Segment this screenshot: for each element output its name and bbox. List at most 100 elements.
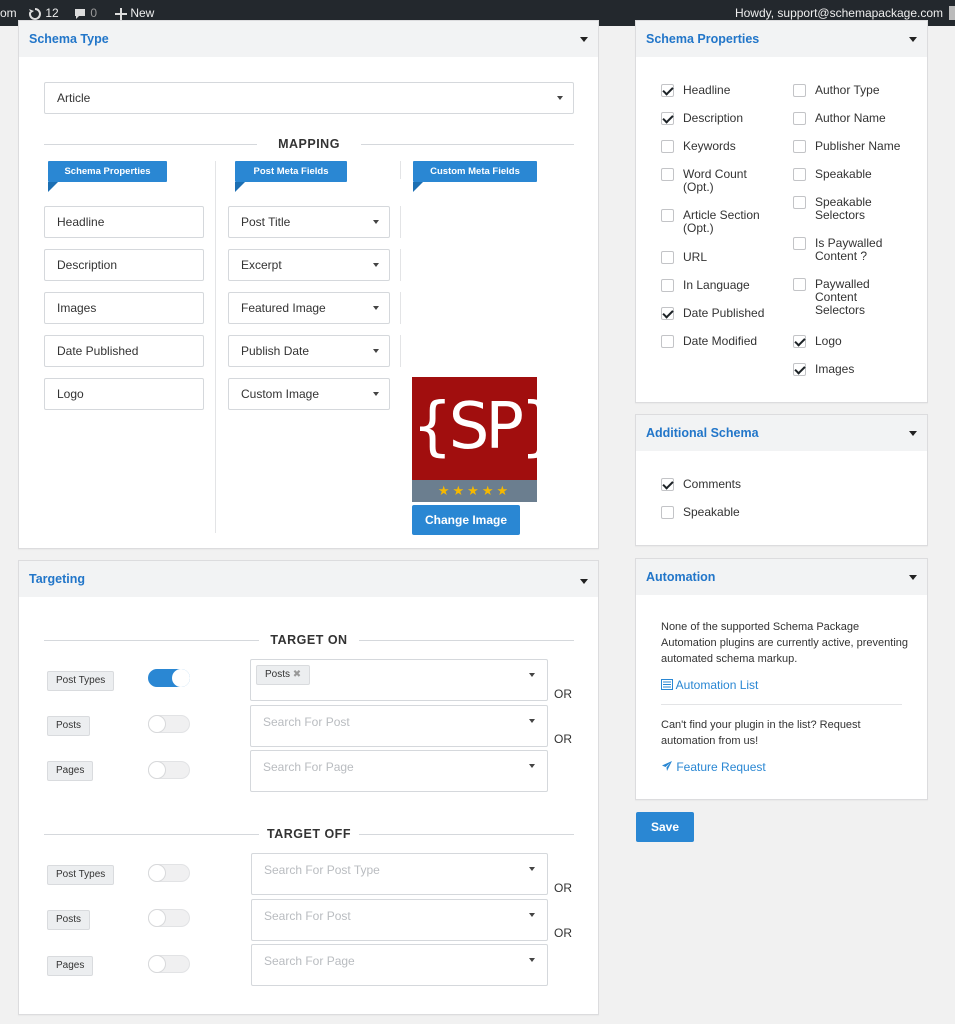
target-off-posts-select[interactable]: Search For Post xyxy=(251,899,548,941)
checkbox[interactable] xyxy=(793,363,806,376)
chevron-down-icon xyxy=(529,673,535,677)
checkbox[interactable] xyxy=(661,335,674,348)
checkbox[interactable] xyxy=(661,478,674,491)
mapping-property-date-published[interactable]: Date Published xyxy=(44,335,204,367)
or-label: OR xyxy=(554,687,572,701)
target-off-title: TARGET OFF xyxy=(259,827,359,841)
checkbox[interactable] xyxy=(661,506,674,519)
checkbox[interactable] xyxy=(661,307,674,320)
ribbon-label: Schema Properties xyxy=(64,166,151,177)
or-label: OR xyxy=(554,881,572,895)
mapping-property-headline[interactable]: Headline xyxy=(44,206,204,238)
mapping-field-value: Excerpt xyxy=(241,258,282,272)
collapse-arrow-icon[interactable] xyxy=(580,37,588,42)
collapse-arrow-icon[interactable] xyxy=(580,579,588,584)
target-on-posts-select[interactable]: Search For Post xyxy=(250,705,548,747)
avatar[interactable] xyxy=(949,6,955,20)
target-on-pages-toggle[interactable] xyxy=(148,761,190,779)
target-on-pages-select[interactable]: Search For Page xyxy=(250,750,548,792)
checkbox[interactable] xyxy=(661,84,674,97)
additional-schema-header[interactable]: Additional Schema xyxy=(636,415,927,451)
target-on-posts-toggle[interactable] xyxy=(148,715,190,733)
target-off-post-types-toggle[interactable] xyxy=(148,864,190,882)
automation-title: Automation xyxy=(646,570,716,584)
checkbox-label: Speakable Selectors xyxy=(815,195,872,222)
checkbox[interactable] xyxy=(661,112,674,125)
checkbox[interactable] xyxy=(793,168,806,181)
mapping-field-select[interactable]: Post Title xyxy=(228,206,390,238)
updates-count: 12 xyxy=(45,6,59,20)
schema-properties-ribbon: Schema Properties xyxy=(48,161,167,192)
target-on-post-types-toggle[interactable] xyxy=(148,669,190,687)
automation-divider xyxy=(661,704,902,705)
chevron-down-icon xyxy=(529,958,535,962)
schema-properties-header[interactable]: Schema Properties xyxy=(636,21,927,57)
target-off-post-types-select[interactable]: Search For Post Type xyxy=(251,853,548,895)
chevron-down-icon xyxy=(529,764,535,768)
column-divider xyxy=(400,335,401,367)
checkbox-label: Author Type xyxy=(815,83,880,97)
target-on-pages-label: Pages xyxy=(47,761,94,781)
automation-header[interactable]: Automation xyxy=(636,559,927,595)
mapping-title: MAPPING xyxy=(257,137,361,151)
logo-image-preview: {SP} ★★★★★ xyxy=(412,377,537,502)
feature-request-link[interactable]: Feature Request xyxy=(661,760,766,774)
checkbox-label: Date Published xyxy=(683,306,765,320)
checkbox[interactable] xyxy=(793,196,806,209)
mapping-field-select[interactable]: Featured Image xyxy=(228,292,390,324)
target-off-posts-label: Posts xyxy=(47,910,91,930)
mapping-field-select[interactable]: Excerpt xyxy=(228,249,390,281)
selected-tag[interactable]: Posts ✖ xyxy=(256,665,311,685)
mapping-property-images[interactable]: Images xyxy=(44,292,204,324)
checkbox[interactable] xyxy=(793,278,806,291)
automation-list-label: Automation List xyxy=(675,678,759,692)
checkbox-label: Images xyxy=(815,362,855,376)
targeting-header[interactable]: Targeting xyxy=(19,561,598,597)
chevron-down-icon xyxy=(529,913,535,917)
site-name-link[interactable]: om xyxy=(0,0,17,26)
additional-schema-box: Additional Schema Comments Speakable xyxy=(635,414,928,546)
checkbox[interactable] xyxy=(661,140,674,153)
change-image-button[interactable]: Change Image xyxy=(412,505,520,535)
checkbox[interactable] xyxy=(793,140,806,153)
collapse-arrow-icon[interactable] xyxy=(909,431,917,436)
schema-type-select[interactable]: Article xyxy=(44,82,574,114)
comments-count: 0 xyxy=(90,6,98,20)
checkbox[interactable] xyxy=(661,209,674,222)
checkbox-label: Article Section (Opt.) xyxy=(683,208,760,235)
mapping-property-logo[interactable]: Logo xyxy=(44,378,204,410)
mapping-property-description[interactable]: Description xyxy=(44,249,204,281)
target-on-post-types-select[interactable]: Posts ✖ xyxy=(250,659,548,701)
post-meta-fields-ribbon: Post Meta Fields xyxy=(235,161,347,192)
mapping-field-select[interactable]: Publish Date xyxy=(228,335,390,367)
automation-box: Automation None of the supported Schema … xyxy=(635,558,928,800)
checkbox[interactable] xyxy=(661,251,674,264)
target-off-pages-toggle[interactable] xyxy=(148,955,190,973)
additional-schema-title: Additional Schema xyxy=(646,426,759,440)
checkbox[interactable] xyxy=(793,84,806,97)
checkbox[interactable] xyxy=(793,237,806,250)
chevron-down-icon xyxy=(373,392,379,396)
save-button[interactable]: Save xyxy=(636,812,694,842)
chevron-down-icon xyxy=(529,867,535,871)
checkbox[interactable] xyxy=(661,279,674,292)
checkbox[interactable] xyxy=(793,112,806,125)
toggle-knob xyxy=(148,909,166,927)
schema-type-header[interactable]: Schema Type xyxy=(19,21,598,57)
automation-list-link[interactable]: Automation List xyxy=(661,678,758,692)
target-off-posts-toggle[interactable] xyxy=(148,909,190,927)
toggle-knob xyxy=(148,761,166,779)
automation-notice: None of the supported Schema Package Aut… xyxy=(661,621,909,665)
target-off-pages-select[interactable]: Search For Page xyxy=(251,944,548,986)
mapping-field-value: Featured Image xyxy=(241,301,326,315)
collapse-arrow-icon[interactable] xyxy=(909,575,917,580)
checkbox[interactable] xyxy=(661,168,674,181)
remove-tag-icon[interactable]: ✖ xyxy=(293,669,301,680)
mapping-field-select[interactable]: Custom Image xyxy=(228,378,390,410)
checkbox-label: Is Paywalled Content ? xyxy=(815,236,883,263)
collapse-arrow-icon[interactable] xyxy=(909,37,917,42)
chevron-down-icon xyxy=(373,220,379,224)
schema-type-value: Article xyxy=(57,91,91,105)
feature-request-label: Feature Request xyxy=(676,760,766,774)
checkbox[interactable] xyxy=(793,335,806,348)
